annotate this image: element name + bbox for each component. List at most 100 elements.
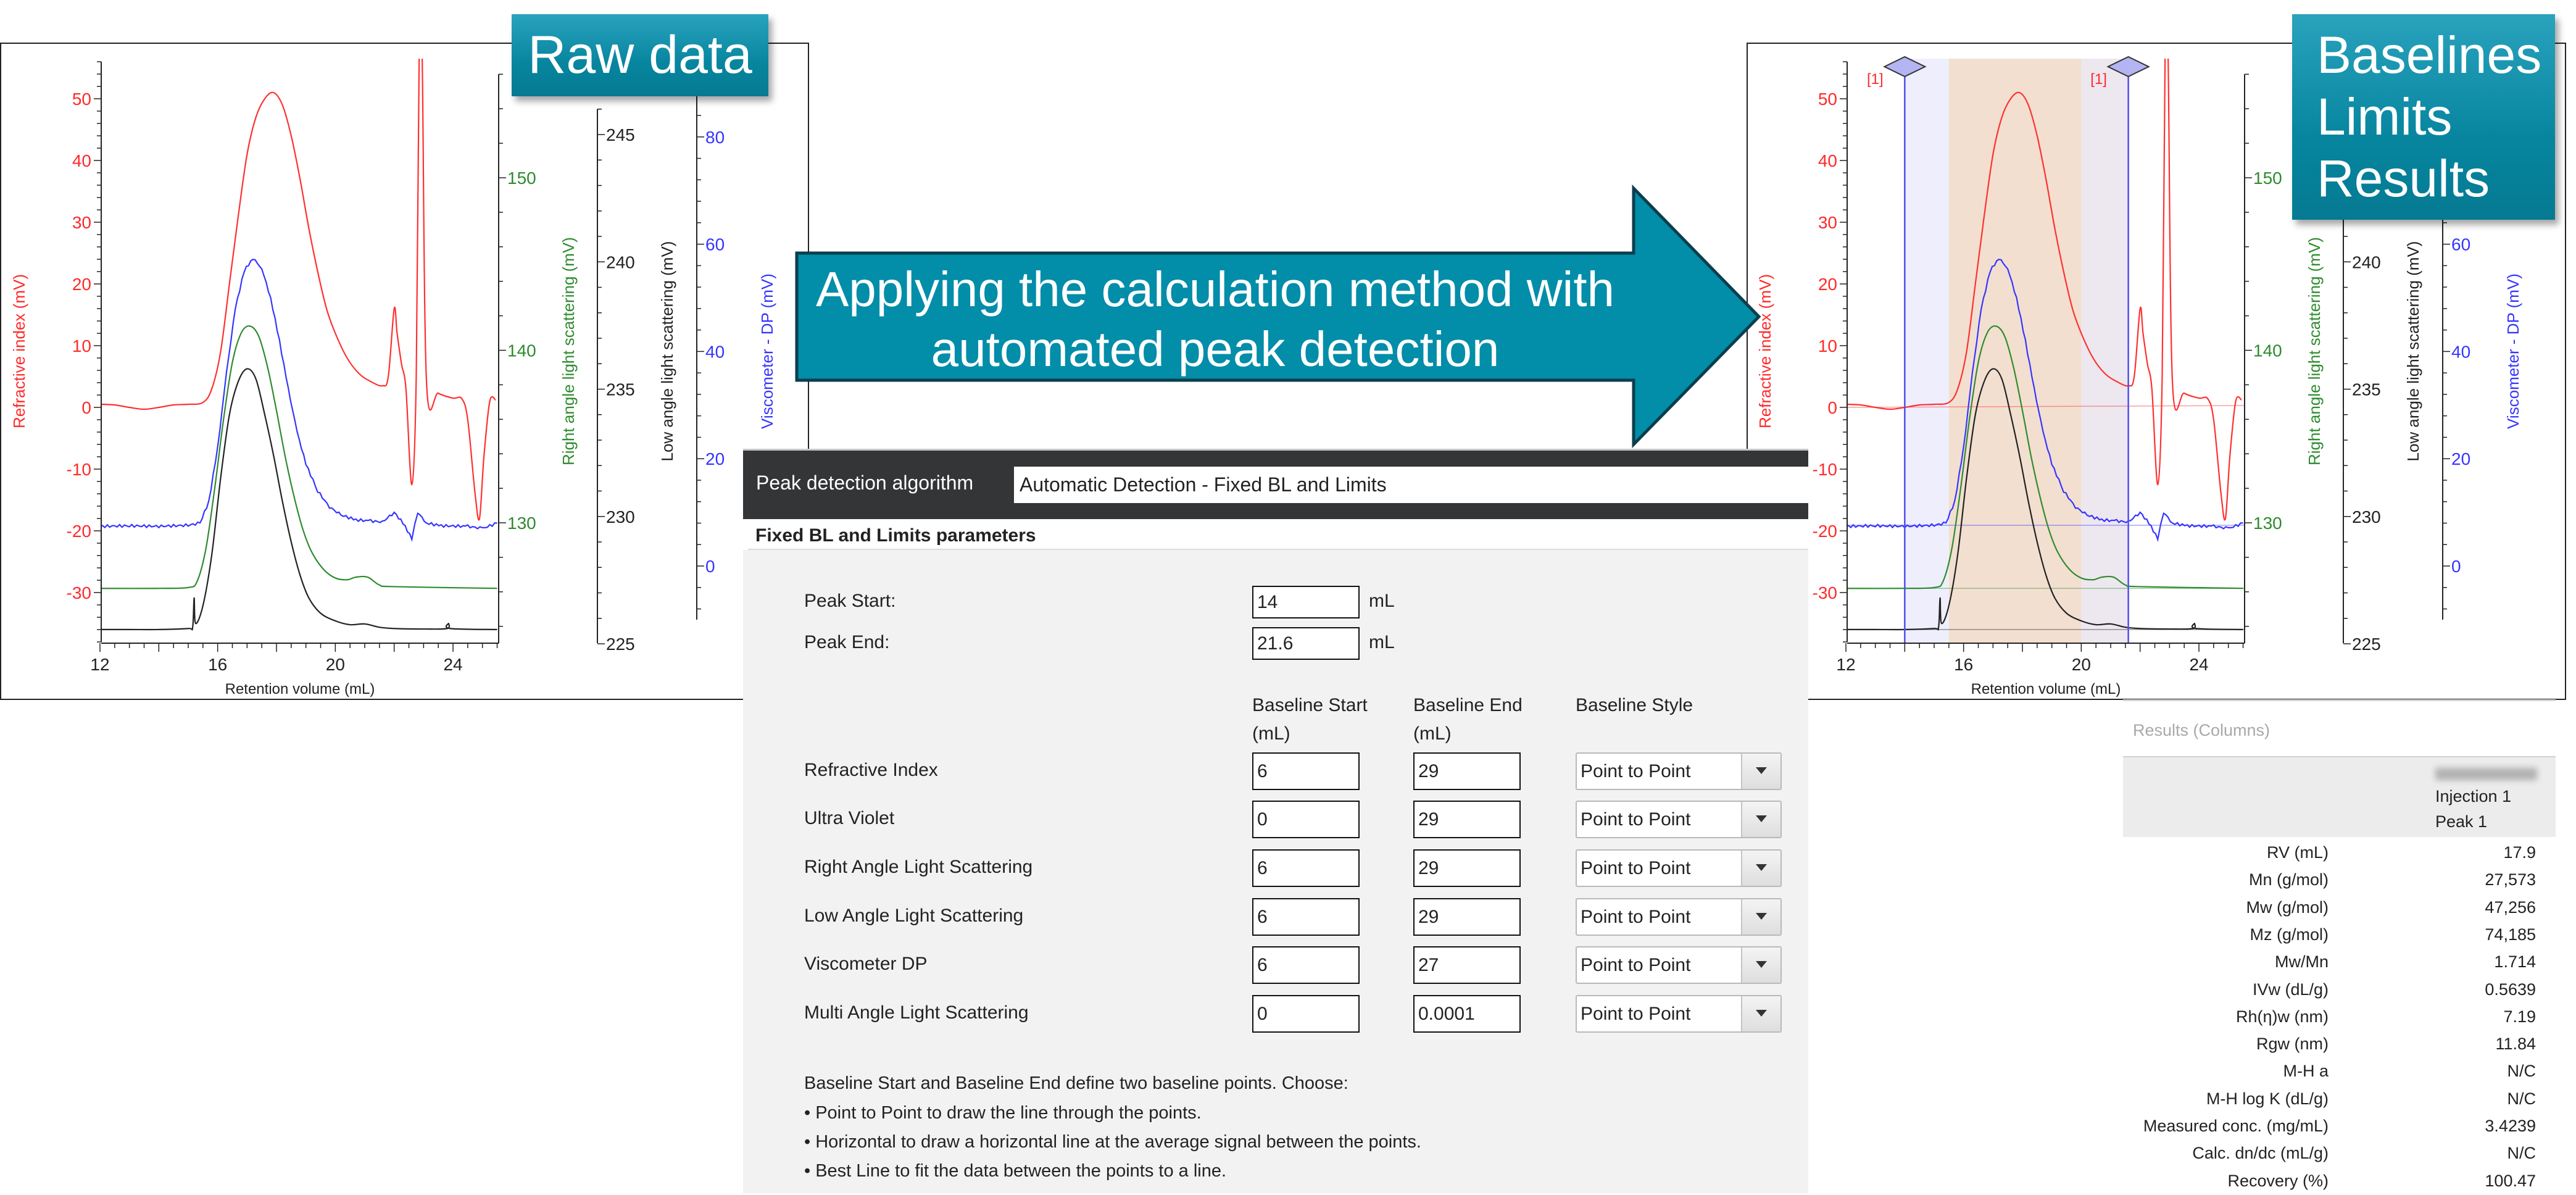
y-tick-label-rals: 130 xyxy=(507,514,536,533)
baseline-end-input[interactable]: 29 xyxy=(1413,752,1521,790)
detector-label: Multi Angle Light Scattering xyxy=(804,1002,1029,1023)
results-row: Mw (g/mol) 47,256 xyxy=(2123,894,2556,921)
results-row: Calc. dn/dc (mL/g) N/C xyxy=(2123,1139,2556,1167)
x-tick-label: 16 xyxy=(1954,655,1973,674)
result-label: Rgw (nm) xyxy=(2256,1035,2329,1054)
baseline-style-dropdown[interactable]: Point to Point xyxy=(1576,801,1782,838)
baseline-start-input[interactable]: 6 xyxy=(1252,898,1360,936)
algorithm-label: Peak detection algorithm xyxy=(756,472,974,494)
y-tick-label-rals: 150 xyxy=(2253,169,2282,188)
result-value: 74,185 xyxy=(2485,925,2536,944)
peak-end-unit: mL xyxy=(1369,632,1395,652)
x-tick-label: 24 xyxy=(2189,655,2208,674)
header-unit: (mL) xyxy=(1252,723,1290,744)
y-tick-label-ri: -20 xyxy=(1813,522,1837,541)
callout-line: Limits xyxy=(2317,88,2453,146)
detector-label: Viscometer DP xyxy=(804,954,928,974)
baseline-style-dropdown[interactable]: Point to Point xyxy=(1576,898,1782,936)
y-tick-label-ri: 30 xyxy=(72,213,91,232)
result-value: 1.714 xyxy=(2494,952,2536,972)
baseline-style-dropdown[interactable]: Point to Point xyxy=(1576,849,1782,887)
x-tick-label: 24 xyxy=(443,655,462,674)
y-tick-label-ri: 10 xyxy=(1818,336,1837,356)
baseline-style-dropdown[interactable]: Point to Point xyxy=(1576,752,1782,790)
y-tick-label-ri: 40 xyxy=(1818,151,1837,170)
peak-end-label: Peak End: xyxy=(804,632,890,652)
baseline-end-input[interactable]: 0.0001 xyxy=(1413,995,1521,1033)
x-tick-label: 16 xyxy=(208,655,227,674)
y-tick-label-ri: -10 xyxy=(1813,460,1837,479)
y-tick-label-rals: 140 xyxy=(507,341,536,360)
chevron-down-icon xyxy=(1756,864,1767,871)
header-unit: (mL) xyxy=(1413,723,1452,744)
result-value: N/C xyxy=(2507,1089,2537,1108)
y-axis-title-ri: Refractive index (mV) xyxy=(10,274,28,428)
y-tick-label-ri: 40 xyxy=(72,151,91,170)
algorithm-bar: Peak detection algorithm Automatic Detec… xyxy=(743,449,1810,519)
result-value: 47,256 xyxy=(2485,897,2536,917)
results-row: M-H a N/C xyxy=(2123,1057,2556,1085)
group-divider xyxy=(748,549,1808,550)
baseline-start-input[interactable]: 6 xyxy=(1252,849,1360,887)
dropdown-button[interactable] xyxy=(1741,754,1780,789)
baseline-style-dropdown[interactable]: Point to Point xyxy=(1576,995,1782,1033)
detector-label: Right Angle Light Scattering xyxy=(804,857,1033,877)
result-value: 0.5639 xyxy=(2485,980,2536,999)
x-axis-title: Retention volume (mL) xyxy=(225,681,375,697)
algorithm-dropdown[interactable]: Automatic Detection - Fixed BL and Limit… xyxy=(1014,467,1810,503)
y-axis-title-rals: Right angle light scattering (mV) xyxy=(559,237,578,465)
peak-region-band xyxy=(1948,59,2082,643)
y-tick-label-lals: 230 xyxy=(606,507,635,527)
y-tick-label-visc: 80 xyxy=(705,128,725,147)
y-tick-label-visc: 40 xyxy=(705,342,725,361)
result-value: 100.47 xyxy=(2485,1171,2536,1190)
arrow-caption-line: automated peak detection xyxy=(931,322,1500,377)
y-tick-label-visc: 20 xyxy=(705,449,725,468)
results-row: Mw/Mn 1.714 xyxy=(2123,948,2556,975)
baseline-style-header: Baseline Style xyxy=(1576,695,1693,715)
y-tick-label-lals: 225 xyxy=(2352,635,2381,654)
baseline-end-input[interactable]: 27 xyxy=(1413,946,1521,984)
baseline-start-input[interactable]: 6 xyxy=(1252,752,1360,790)
y-axis-title-visc: Viscometer - DP (mV) xyxy=(2504,273,2522,429)
dropdown-button[interactable] xyxy=(1741,851,1780,886)
y-tick-label-rals: 140 xyxy=(2253,341,2282,360)
baseline-style-value: Point to Point xyxy=(1581,955,1691,975)
result-value: N/C xyxy=(2507,1062,2537,1081)
header-line: Baseline Start xyxy=(1252,695,1368,715)
group-title: Fixed BL and Limits parameters xyxy=(755,525,1044,546)
dropdown-button[interactable] xyxy=(1741,947,1780,983)
baseline-style-value: Point to Point xyxy=(1581,1004,1691,1024)
y-tick-label-ri: 50 xyxy=(1818,90,1837,109)
peak-limit-label: [1] xyxy=(1867,71,1884,88)
baseline-style-dropdown[interactable]: Point to Point xyxy=(1576,946,1782,984)
baseline-region-band xyxy=(1905,59,1949,643)
baseline-start-input[interactable]: 0 xyxy=(1252,801,1360,838)
result-label: RV (mL) xyxy=(2266,843,2329,862)
results-row: RV (mL) 17.9 xyxy=(2123,839,2556,866)
peak-end-input[interactable]: 21.6 xyxy=(1252,627,1360,660)
baseline-end-input[interactable]: 29 xyxy=(1413,898,1521,936)
blurred-sample-name xyxy=(2435,768,2537,780)
y-tick-label-ri: 50 xyxy=(72,90,91,109)
y-axis-title-rals: Right angle light scattering (mV) xyxy=(2305,237,2324,465)
baseline-start-input[interactable]: 0 xyxy=(1252,995,1360,1033)
dropdown-button[interactable] xyxy=(1741,802,1780,837)
result-label: M-H a xyxy=(2283,1062,2329,1081)
results-panel: Results (Columns) Injection 1 Peak 1 RV … xyxy=(2123,699,2556,1195)
results-row: Mn (g/mol) 27,573 xyxy=(2123,866,2556,893)
baseline-style-value: Point to Point xyxy=(1581,858,1691,878)
x-tick-label: 20 xyxy=(326,655,345,674)
dropdown-button[interactable] xyxy=(1741,899,1780,935)
result-label: Mz (g/mol) xyxy=(2250,925,2329,944)
peak-start-input[interactable]: 14 xyxy=(1252,586,1360,618)
peak-label: Peak 1 xyxy=(2435,812,2488,831)
baseline-end-input[interactable]: 29 xyxy=(1413,849,1521,887)
baseline-end-input[interactable]: 29 xyxy=(1413,801,1521,838)
dropdown-button[interactable] xyxy=(1741,996,1780,1031)
y-tick-label-visc: 0 xyxy=(705,557,715,576)
results-row: Recovery (%) 100.47 xyxy=(2123,1167,2556,1194)
baseline-start-input[interactable]: 6 xyxy=(1252,946,1360,984)
result-value: 7.19 xyxy=(2503,1007,2536,1026)
x-tick-label: 12 xyxy=(1836,655,1855,674)
